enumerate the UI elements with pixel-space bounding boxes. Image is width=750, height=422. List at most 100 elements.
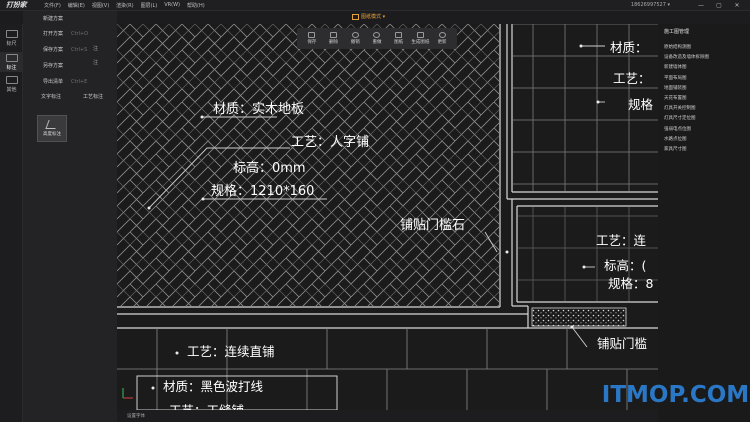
annotation-threshold-right[interactable]: 铺贴门槛 — [597, 333, 647, 352]
annotation-craft-herringbone[interactable]: 工艺：人字铺 — [291, 131, 369, 150]
threshold-stone — [531, 307, 627, 327]
panel-title: 施工图管理 — [664, 29, 690, 35]
menu-edit[interactable]: 编辑(E) — [68, 2, 85, 9]
list-item[interactable]: 新建墙体图 — [664, 63, 709, 73]
list-item[interactable]: 设备改造及墙体拆除图 — [664, 53, 709, 63]
menu-view[interactable]: 视图(V) — [92, 2, 109, 9]
menu-export-list-shortcut: Ctrl+E — [71, 79, 88, 85]
undo-label: 撤销 — [350, 40, 360, 45]
redo-icon — [373, 32, 381, 38]
generate-drawing-button[interactable]: 生成图纸 — [411, 32, 429, 45]
menu-file[interactable]: 文件(F) — [44, 2, 61, 9]
height-annotation-label: 高度标注 — [43, 132, 61, 137]
annotation-elevation[interactable]: 标高：0mm — [233, 157, 306, 176]
annotation-craft-mid-right[interactable]: 工艺：连 — [596, 230, 646, 249]
menu-save-plan-label: 保存方案 — [43, 47, 64, 53]
annotation-spec[interactable]: 规格：1210*160 — [211, 180, 314, 199]
list-item[interactable]: 水路点位图 — [664, 135, 709, 145]
annotation-material-wave[interactable]: 材质：黑色波打线 — [163, 376, 263, 395]
height-annotation-tile[interactable]: 高度标注 — [37, 115, 67, 142]
tool-ruler[interactable]: 标尺 — [0, 30, 23, 47]
drawing-button[interactable]: 图纸 — [390, 32, 408, 45]
close-icon[interactable]: ✕ — [728, 2, 746, 9]
annotation-threshold-stone[interactable]: 铺贴门槛石 — [400, 214, 465, 233]
menu-vr[interactable]: VR(W) — [164, 2, 180, 8]
account-dropdown[interactable]: 18626997527 ▾ — [631, 2, 670, 8]
menu-bar: 打扮家 文件(F) 编辑(E) 视图(V) 渲染(R) 图层(L) VR(W) … — [0, 0, 750, 11]
panel-side-label: 注 — [93, 46, 99, 52]
menu-help[interactable]: 帮助(H) — [187, 2, 205, 9]
annotation-elevation-mid-right[interactable]: 标高：( — [604, 255, 646, 274]
undo-icon — [351, 32, 359, 38]
annotation-craft-straight[interactable]: 工艺：连续直铺 — [187, 341, 275, 360]
craft-annotation-button[interactable]: 工艺标注 — [83, 93, 103, 100]
minimize-icon[interactable]: — — [692, 2, 710, 9]
list-item[interactable]: 家具尺寸图 — [664, 145, 709, 155]
text-annotation-button[interactable]: 文字标注 — [41, 93, 61, 100]
save-icon — [308, 32, 316, 38]
menu-save-as-plan[interactable]: 另存方案 — [43, 62, 71, 69]
generate-icon — [416, 32, 424, 38]
save-label: 保存 — [307, 40, 317, 45]
status-bar: 设置字体 — [117, 410, 658, 422]
herringbone-floor — [117, 24, 499, 306]
refresh-button[interactable]: 更新 — [433, 32, 451, 45]
tool-ruler-label: 标尺 — [6, 41, 17, 47]
ucs-axis — [122, 388, 133, 399]
font-settings-button[interactable]: 设置字体 — [127, 413, 145, 419]
height-annotation-icon — [45, 120, 59, 129]
list-item[interactable]: 平面布局图 — [664, 74, 709, 84]
redo-label: 重做 — [372, 40, 382, 45]
annotation-craft-right[interactable]: 工艺： — [613, 68, 651, 87]
more-icon — [5, 76, 18, 84]
drawing-canvas[interactable]: 材质：实木地板 工艺：人字铺 标高：0mm 规格：1210*160 铺贴门槛石 … — [117, 24, 658, 410]
menu-new-plan[interactable]: 新建方案 — [43, 15, 63, 22]
menu-render[interactable]: 渲染(R) — [116, 2, 133, 9]
refresh-label: 更新 — [437, 40, 447, 45]
save-button[interactable]: 保存 — [303, 32, 321, 45]
maximize-icon[interactable]: ▢ — [710, 2, 728, 9]
undo-button[interactable]: 撤销 — [346, 32, 364, 45]
generate-label: 生成图纸 — [411, 40, 430, 45]
drawing-mode-dropdown[interactable]: 图纸模式 ▾ — [352, 13, 385, 20]
annotation-spec-right[interactable]: 规格 — [628, 94, 653, 113]
menu-save-as-label: 另存方案 — [43, 63, 64, 69]
site-watermark: ITMOP.COM — [601, 382, 750, 408]
menu-open-plan-label: 打开方案 — [43, 31, 64, 37]
list-item[interactable]: 地面铺装图 — [664, 84, 709, 94]
list-item[interactable]: 灯具开关控制图 — [664, 104, 709, 114]
tool-annotate-label: 标注 — [6, 65, 17, 71]
annotation-material-right[interactable]: 材质： — [610, 37, 648, 56]
drawing-icon — [395, 32, 403, 38]
left-toolbar: 标尺 标注 其他 — [0, 24, 23, 422]
annotation-spec-mid-right[interactable]: 规格：8 — [608, 273, 653, 292]
menu-export-list[interactable]: 导出清单 Ctrl+E — [43, 78, 87, 85]
menu-save-plan[interactable]: 保存方案 Ctrl+S — [43, 46, 87, 53]
refresh-icon — [438, 32, 446, 38]
tool-annotate[interactable]: 标注 — [0, 52, 23, 72]
list-item[interactable]: 灯具尺寸定位图 — [664, 114, 709, 124]
construction-drawings-panel: 施工图管理 原始结构测图 设备改造及墙体拆除图 新建墙体图 平面布局图 地面铺装… — [658, 24, 750, 422]
drawing-mode-icon — [352, 13, 359, 20]
menu-export-list-label: 导出清单 — [43, 79, 64, 85]
file-menu-panel: 新建方案 打开方案 Ctrl+O 保存方案 Ctrl+S 另存方案 导出清单 Ctrl… — [23, 11, 117, 422]
annotation-material-wood[interactable]: 材质：实木地板 — [213, 98, 304, 117]
list-item[interactable]: 强弱电点位图 — [664, 125, 709, 135]
annotation-craft-seam[interactable]: 工艺：工缝铺 — [169, 400, 244, 410]
annotate-icon — [5, 54, 18, 62]
menu-layer[interactable]: 图层(L) — [141, 2, 158, 9]
redo-button[interactable]: 重做 — [368, 32, 386, 45]
window-controls: — ▢ ✕ — [692, 0, 746, 11]
tool-other[interactable]: 其他 — [0, 76, 23, 93]
delete-label: 删除 — [329, 40, 339, 45]
menu-open-plan[interactable]: 打开方案 Ctrl+O — [43, 30, 88, 37]
delete-icon — [330, 32, 338, 38]
drawing-toolbar: 保存 删除 撤销 重做 图纸 生成图纸 更新 — [297, 28, 457, 49]
tool-other-label: 其他 — [6, 87, 17, 93]
app-logo: 打扮家 — [6, 0, 27, 9]
drawing-label: 图纸 — [394, 40, 404, 45]
ruler-icon — [5, 30, 18, 38]
delete-button[interactable]: 删除 — [325, 32, 343, 45]
list-item[interactable]: 原始结构测图 — [664, 43, 709, 53]
list-item[interactable]: 天花布置图 — [664, 94, 709, 104]
